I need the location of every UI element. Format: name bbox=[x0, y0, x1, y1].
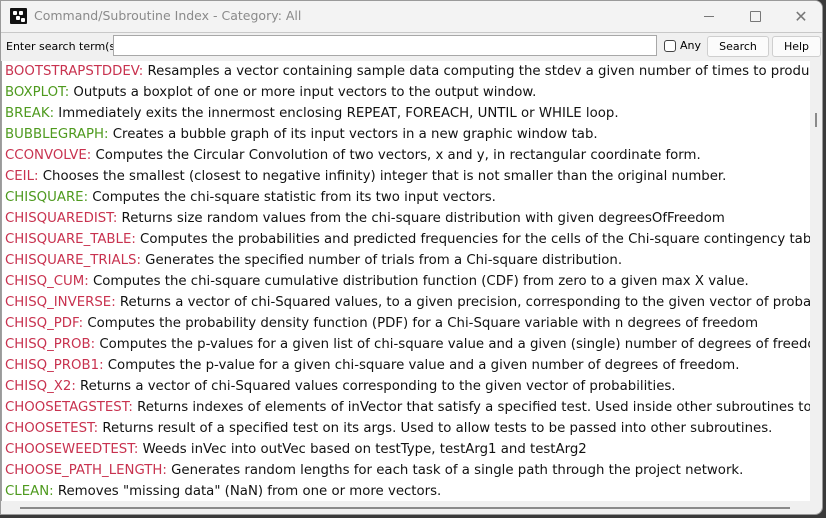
command-entry[interactable]: CHISQ_PDF: Computes the probability dens… bbox=[2, 313, 810, 334]
command-entry[interactable]: CEIL: Chooses the smallest (closest to n… bbox=[2, 166, 810, 187]
command-name[interactable]: CHISQ_PROB: bbox=[5, 337, 95, 352]
command-entry[interactable]: CHOOSE_PATH_LENGTH: Generates random len… bbox=[2, 460, 810, 481]
command-name[interactable]: CEIL: bbox=[5, 169, 39, 184]
horizontal-scrollbar[interactable] bbox=[1, 501, 810, 514]
command-name[interactable]: BUBBLEGRAPH: bbox=[5, 127, 109, 142]
command-name[interactable]: CHISQUAREDIST: bbox=[5, 211, 117, 226]
command-entry[interactable]: CHOOSEWEEDTEST: Weeds inVec into outVec … bbox=[2, 439, 810, 460]
command-entry[interactable]: CHISQ_INVERSE: Returns a vector of chi-S… bbox=[2, 292, 810, 313]
command-description: Computes the chi-square cumulative distr… bbox=[88, 274, 749, 289]
command-name[interactable]: BREAK: bbox=[5, 106, 54, 121]
command-description: Computes the chi-square statistic from i… bbox=[88, 190, 496, 205]
command-description: Generates the specified number of trials… bbox=[140, 253, 623, 268]
command-description: Computes the probabilities and predicted… bbox=[135, 232, 810, 247]
command-name[interactable]: CHISQ_PROB1: bbox=[5, 358, 104, 373]
search-label: Enter search term(s): bbox=[6, 40, 124, 53]
command-entry[interactable]: CCONVOLVE: Computes the Circular Convolu… bbox=[2, 145, 810, 166]
command-list[interactable]: BOOTSTRAPSTDDEV: Resamples a vector cont… bbox=[1, 61, 810, 501]
command-description: Computes the Circular Convolution of two… bbox=[91, 148, 701, 163]
maximize-button[interactable] bbox=[732, 1, 778, 32]
command-name[interactable]: CHOOSEWEEDTEST: bbox=[5, 442, 138, 457]
command-entry[interactable]: BUBBLEGRAPH: Creates a bubble graph of i… bbox=[2, 124, 810, 145]
command-name[interactable]: CHISQUARE_TRIALS: bbox=[5, 253, 141, 268]
any-checkbox-group[interactable]: Any bbox=[664, 39, 701, 52]
command-entry[interactable]: CHISQ_X2: Returns a vector of chi-Square… bbox=[2, 376, 810, 397]
any-checkbox[interactable] bbox=[664, 39, 676, 52]
command-name[interactable]: CHISQ_CUM: bbox=[5, 274, 89, 289]
horizontal-scroll-thumb[interactable] bbox=[20, 507, 790, 509]
minimize-icon bbox=[704, 16, 714, 17]
command-name[interactable]: CHISQ_PDF: bbox=[5, 316, 83, 331]
command-entry[interactable]: CHISQ_PROB1: Computes the p-value for a … bbox=[2, 355, 810, 376]
search-toolbar: Enter search term(s): Any Search Help bbox=[1, 32, 822, 62]
search-button[interactable]: Search bbox=[707, 36, 769, 57]
title-bar[interactable]: Command/Subroutine Index - Category: All… bbox=[1, 1, 822, 32]
any-label: Any bbox=[680, 39, 702, 52]
command-entry[interactable]: CHISQ_PROB: Computes the p-values for a … bbox=[2, 334, 810, 355]
command-entry[interactable]: CHOOSETAGSTEST: Returns indexes of eleme… bbox=[2, 397, 810, 418]
command-description: Returns indexes of elements of inVector … bbox=[132, 400, 810, 415]
vertical-scrollbar[interactable] bbox=[810, 61, 822, 501]
command-name[interactable]: BOXPLOT: bbox=[5, 85, 69, 100]
command-description: Returns result of a specified test on it… bbox=[98, 421, 773, 436]
command-description: Returns size random values from the chi-… bbox=[117, 211, 725, 226]
command-description: Weeds inVec into outVec based on testTyp… bbox=[138, 442, 587, 457]
command-description: Outputs a boxplot of one or more input v… bbox=[69, 85, 537, 100]
command-entry[interactable]: CLEAN: Removes "missing data" (NaN) from… bbox=[2, 481, 810, 501]
command-description: Returns a vector of chi-Squared values, … bbox=[115, 295, 810, 310]
close-button[interactable]: ✕ bbox=[778, 1, 822, 32]
command-name[interactable]: CHOOSETEST: bbox=[5, 421, 98, 436]
command-name[interactable]: CHOOSE_PATH_LENGTH: bbox=[5, 463, 167, 478]
command-description: Creates a bubble graph of its input vect… bbox=[108, 127, 598, 142]
command-entry[interactable]: CHOOSETEST: Returns result of a specifie… bbox=[2, 418, 810, 439]
command-description: Removes "missing data" (NaN) from one or… bbox=[53, 484, 442, 499]
minimize-button[interactable] bbox=[686, 1, 732, 32]
command-description: Computes the p-values for a given list o… bbox=[95, 337, 810, 352]
command-name[interactable]: CHISQ_INVERSE: bbox=[5, 295, 116, 310]
search-input[interactable] bbox=[113, 35, 657, 56]
app-icon bbox=[10, 8, 27, 24]
command-description: Resamples a vector containing sample dat… bbox=[143, 64, 810, 79]
command-entry[interactable]: CHISQUARE_TRIALS: Generates the specifie… bbox=[2, 250, 810, 271]
command-description: Generates random lengths for each task o… bbox=[166, 463, 744, 478]
command-description: Computes the p-value for a given chi-squ… bbox=[103, 358, 740, 373]
command-entry[interactable]: CHISQUARE: Computes the chi-square stati… bbox=[2, 187, 810, 208]
command-name[interactable]: CHISQUARE_TABLE: bbox=[5, 232, 136, 247]
command-description: Computes the probability density functio… bbox=[83, 316, 759, 331]
command-entry[interactable]: CHISQUAREDIST: Returns size random value… bbox=[2, 208, 810, 229]
command-description: Immediately exits the innermost enclosin… bbox=[54, 106, 619, 121]
command-entry[interactable]: CHISQUARE_TABLE: Computes the probabilit… bbox=[2, 229, 810, 250]
close-icon: ✕ bbox=[794, 6, 808, 26]
maximize-icon bbox=[749, 11, 761, 22]
command-entry[interactable]: CHISQ_CUM: Computes the chi-square cumul… bbox=[2, 271, 810, 292]
command-name[interactable]: CCONVOLVE: bbox=[5, 148, 91, 163]
command-name[interactable]: BOOTSTRAPSTDDEV: bbox=[5, 64, 143, 79]
command-name[interactable]: CHOOSETAGSTEST: bbox=[5, 400, 133, 415]
command-description: Chooses the smallest (closest to negativ… bbox=[38, 169, 727, 184]
help-button[interactable]: Help bbox=[772, 36, 821, 57]
command-entry[interactable]: BOXPLOT: Outputs a boxplot of one or mor… bbox=[2, 82, 810, 103]
window-title: Command/Subroutine Index - Category: All bbox=[34, 8, 302, 23]
command-entry[interactable]: BREAK: Immediately exits the innermost e… bbox=[2, 103, 810, 124]
command-name[interactable]: CHISQUARE: bbox=[5, 190, 88, 205]
command-index-window: Command/Subroutine Index - Category: All… bbox=[0, 0, 823, 515]
command-name[interactable]: CHISQ_X2: bbox=[5, 379, 76, 394]
command-name[interactable]: CLEAN: bbox=[5, 484, 54, 499]
command-entry[interactable]: BOOTSTRAPSTDDEV: Resamples a vector cont… bbox=[2, 61, 810, 82]
vertical-scroll-thumb[interactable] bbox=[815, 113, 817, 127]
command-description: Returns a vector of chi-Squared values c… bbox=[75, 379, 676, 394]
